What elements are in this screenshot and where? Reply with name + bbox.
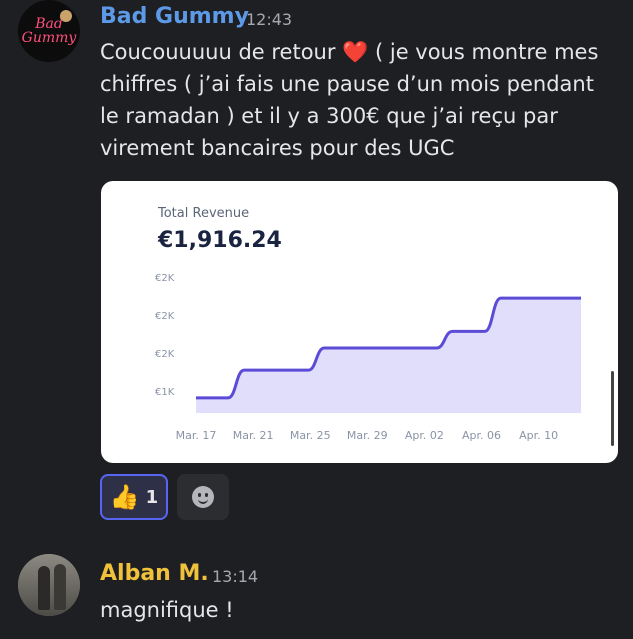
revenue-image-attachment[interactable]: Total Revenue €1,916.24 €1K €2K €2K €2K Mar.… bbox=[101, 181, 618, 463]
y-tick-label: €2K bbox=[155, 349, 175, 360]
revenue-area bbox=[196, 298, 581, 413]
thumbs-up-icon: 👍 bbox=[109, 483, 140, 511]
bear-icon bbox=[60, 10, 72, 22]
username[interactable]: Bad Gummy bbox=[100, 4, 249, 29]
alban-avatar[interactable] bbox=[18, 554, 80, 616]
y-tick-label: €2K bbox=[155, 311, 175, 322]
smiley-icon bbox=[192, 486, 214, 508]
x-tick-label: Mar. 29 bbox=[347, 429, 388, 442]
timestamp: 12:43 bbox=[246, 10, 293, 29]
person-figure bbox=[54, 564, 66, 610]
x-tick-label: Apr. 02 bbox=[405, 429, 444, 442]
add-reaction-button[interactable] bbox=[177, 474, 229, 520]
heart-emoji: ❤️ bbox=[342, 40, 369, 64]
x-tick-label: Apr. 06 bbox=[462, 429, 501, 442]
revenue-chart: €1K €2K €2K €2K Mar. 17 Mar. 21 Mar. 25 Mar. 29… bbox=[155, 273, 581, 442]
x-tick-label: Mar. 25 bbox=[290, 429, 331, 442]
x-tick-label: Mar. 21 bbox=[233, 429, 274, 442]
x-tick-label: Apr. 10 bbox=[519, 429, 558, 442]
timestamp: 13:14 bbox=[212, 567, 259, 586]
y-tick-label: €2K bbox=[155, 273, 175, 284]
avatar-logo-text: Bad bbox=[35, 16, 63, 32]
x-tick-label: Mar. 17 bbox=[176, 429, 217, 442]
person-figure bbox=[38, 566, 50, 610]
username[interactable]: Alban M. bbox=[100, 561, 209, 586]
avatar-logo-text: Gummy bbox=[21, 30, 77, 46]
message-text: Coucouuuuu de retour ❤️ ( je vous montre… bbox=[100, 36, 610, 164]
message-text-part: Coucouuuuu de retour bbox=[100, 40, 343, 64]
y-tick-label: €1K bbox=[155, 387, 175, 398]
bad-gummy-avatar[interactable]: Bad Gummy bbox=[18, 0, 80, 62]
scrollbar[interactable] bbox=[611, 371, 614, 446]
reaction-count: 1 bbox=[145, 486, 159, 508]
message-text: magnifique ! bbox=[100, 598, 234, 622]
thumbs-up-reaction[interactable]: 👍 1 bbox=[100, 474, 168, 520]
